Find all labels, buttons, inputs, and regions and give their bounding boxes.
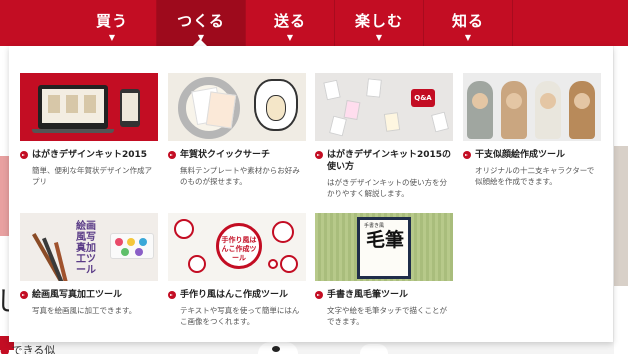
menu-card-description: 文字や絵を毛筆タッチで描くことができます。	[327, 306, 447, 326]
nav-item-learn[interactable]: 知る ▼	[424, 0, 512, 46]
menu-card-design-kit[interactable]: はがきデザインキット2015 簡単、便利な年賀状デザイン作成アプリ	[20, 73, 158, 187]
thumbnail-text: 手作り風はんこ作成ツール	[216, 223, 262, 269]
background-character	[360, 344, 388, 354]
chevron-down-icon: ▼	[375, 33, 383, 42]
thumbnail-text: 毛筆	[365, 229, 404, 251]
nav-item-label: つくる	[177, 12, 225, 30]
dropdown-pointer	[193, 39, 207, 46]
menu-card-title[interactable]: はがきデザインキット2015の使い方	[315, 149, 453, 173]
menu-card-brush[interactable]: 手書き風 毛筆 手書き風毛筆ツール 文字や絵を毛筆タッチで描くことができます。	[315, 213, 453, 327]
menu-card-description: 簡単、便利な年賀状デザイン作成アプリ	[32, 166, 152, 186]
menu-card-quick-search[interactable]: 年賀状クイックサーチ 無料テンプレートや素材からお好みのものが探せます。	[168, 73, 306, 187]
menu-card-description: 写真を絵画風に加工できます。	[32, 306, 137, 315]
background-page-right	[614, 46, 628, 354]
menu-card-description: テキストや写真を使って簡単にはんこ画像をつくれます。	[180, 306, 300, 326]
menu-card-description: 無料テンプレートや素材からお好みのものが探せます。	[180, 166, 300, 186]
menu-card-hanko[interactable]: 手作り風はんこ作成ツール 手作り風はんこ作成ツール テキストや写真を使って簡単に…	[168, 213, 306, 327]
thumbnail-text: 絵画風写真加工ツール	[76, 221, 96, 276]
menu-card-title[interactable]: 手書き風毛筆ツール	[315, 289, 453, 301]
qa-bubble: Q&A	[411, 89, 435, 107]
global-nav: 買う ▼ つくる ▼ 送る ▼ 楽しむ ▼ 知る ▼	[0, 0, 628, 46]
nav-item-buy[interactable]: 買う ▼	[68, 0, 156, 46]
qa-cards-thumbnail[interactable]: Q&A	[315, 73, 453, 141]
menu-card-title[interactable]: 絵画風写真加工ツール	[20, 289, 158, 301]
nav-item-label: 買う	[95, 12, 128, 30]
nav-item-send[interactable]: 送る ▼	[246, 0, 334, 46]
nav-item-label: 楽しむ	[354, 12, 403, 30]
menu-card-description: オリジナルの十二支キャラクターで似顔絵を作成できます。	[475, 166, 595, 186]
chevron-down-icon: ▼	[108, 33, 116, 42]
nav-item-enjoy[interactable]: 楽しむ ▼	[335, 0, 423, 46]
brush-kanji-thumbnail[interactable]: 手書き風 毛筆	[315, 213, 453, 281]
menu-card-zodiac-portrait[interactable]: 干支似顔絵作成ツール オリジナルの十二支キャラクターで似顔絵を作成できます。	[463, 73, 601, 187]
menu-card-title[interactable]: 年賀状クイックサーチ	[168, 149, 306, 161]
costume-figures-thumbnail[interactable]	[463, 73, 601, 141]
menu-card-painting-photo[interactable]: 絵画風写真加工ツール 絵画風写真加工ツール 写真を絵画風に加工できます。	[20, 213, 158, 316]
nav-item-label: 知る	[451, 12, 484, 30]
stamp-thumbnail[interactable]: 手作り風はんこ作成ツール	[168, 213, 306, 281]
make-dropdown-menu: はがきデザインキット2015 簡単、便利な年賀状デザイン作成アプリ 年賀状クイッ…	[9, 46, 613, 342]
sheep-cards-thumbnail[interactable]	[168, 73, 306, 141]
background-character	[258, 342, 298, 354]
laptop-phone-thumbnail[interactable]	[20, 73, 158, 141]
menu-card-howto[interactable]: Q&A はがきデザインキット2015の使い方 はがきデザインキットの使い方を分か…	[315, 73, 453, 199]
menu-card-title[interactable]: はがきデザインキット2015	[20, 149, 158, 161]
chevron-down-icon: ▼	[286, 33, 294, 42]
menu-card-title[interactable]: 手作り風はんこ作成ツール	[168, 289, 306, 301]
background-caption: ● できる似	[0, 344, 56, 354]
background-image-fragment	[614, 146, 628, 286]
chevron-down-icon: ▼	[464, 33, 472, 42]
menu-card-title[interactable]: 干支似顔絵作成ツール	[463, 149, 601, 161]
watercolor-thumbnail[interactable]: 絵画風写真加工ツール	[20, 213, 158, 281]
menu-card-description: はがきデザインキットの使い方を分かりやすく解説します。	[327, 178, 447, 198]
nav-item-label: 送る	[273, 12, 306, 30]
thumbnail-text: 手書き風	[364, 223, 385, 229]
